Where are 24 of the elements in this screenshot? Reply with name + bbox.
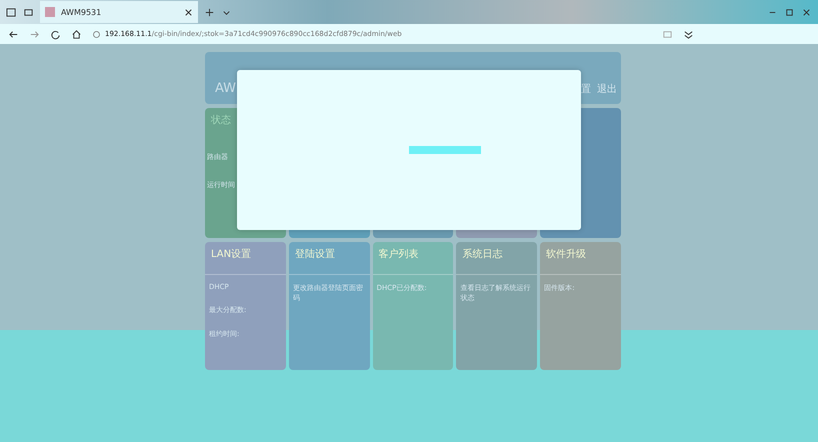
info-icon bbox=[92, 30, 101, 38]
close-icon[interactable] bbox=[801, 6, 812, 18]
maximize-icon[interactable] bbox=[784, 6, 795, 18]
card-title: 客户列表 bbox=[372, 242, 454, 275]
card-title: 系统日志 bbox=[456, 242, 538, 275]
tab-title: AWM9531 bbox=[61, 8, 102, 16]
new-tab-icon[interactable] bbox=[204, 6, 215, 18]
card-title: 登陆设置 bbox=[288, 242, 370, 275]
header-link[interactable]: 置 bbox=[581, 82, 591, 96]
home-icon[interactable] bbox=[71, 28, 82, 40]
tab-list-icon[interactable] bbox=[23, 6, 34, 18]
input-field[interactable] bbox=[409, 146, 481, 154]
refresh-icon[interactable] bbox=[50, 28, 61, 40]
close-icon[interactable] bbox=[183, 6, 194, 18]
header-link[interactable]: 退出 bbox=[597, 82, 617, 96]
extension-icon[interactable] bbox=[683, 28, 694, 40]
back-icon[interactable] bbox=[8, 28, 19, 40]
tab-actions-icon[interactable] bbox=[6, 6, 17, 18]
card-title: 软件升级 bbox=[540, 242, 621, 275]
router-title: AW bbox=[215, 81, 236, 96]
forward-icon[interactable] bbox=[29, 28, 40, 40]
browser-tab[interactable]: AWM9531 bbox=[40, 1, 198, 23]
card-title: LAN设置 bbox=[205, 242, 286, 275]
favicon-icon bbox=[44, 6, 56, 18]
